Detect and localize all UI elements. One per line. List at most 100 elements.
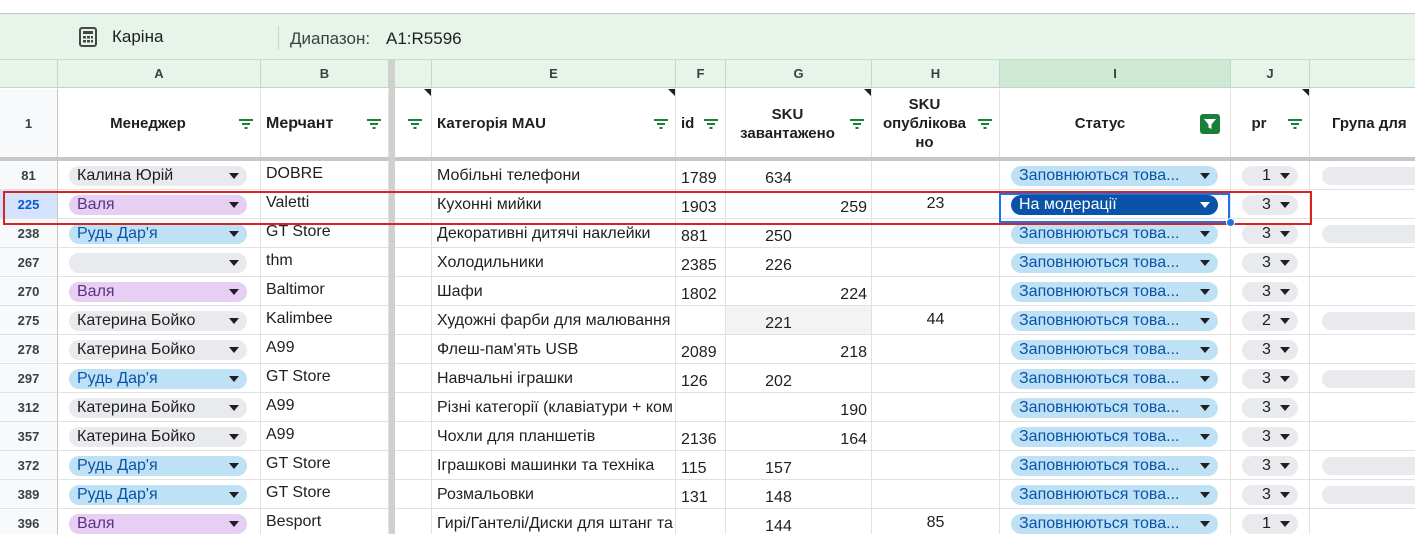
manager-cell[interactable]: Катерина Бойко — [58, 393, 261, 422]
sku-published-cell[interactable]: 44 — [872, 306, 1000, 335]
group-cell[interactable] — [1310, 277, 1415, 306]
dropdown-arrow-icon[interactable] — [229, 289, 239, 295]
category-cell[interactable]: Холодильники — [432, 248, 676, 277]
dropdown-arrow-icon[interactable] — [229, 231, 239, 237]
merchant-cell[interactable]: A99 — [261, 393, 389, 422]
manager-dropdown-chip[interactable]: Катерина Бойко — [69, 427, 247, 447]
status-cell[interactable]: Заповнюються това... — [1000, 480, 1231, 509]
empty-cell[interactable] — [395, 364, 432, 393]
column-header-g[interactable]: G — [726, 60, 872, 88]
sku-published-cell[interactable] — [872, 422, 1000, 451]
pr-cell[interactable]: 3 — [1231, 364, 1310, 393]
dropdown-arrow-icon[interactable] — [1280, 231, 1290, 237]
dropdown-arrow-icon[interactable] — [1280, 289, 1290, 295]
sku-published-cell[interactable] — [872, 161, 1000, 190]
dropdown-arrow-icon[interactable] — [1280, 521, 1290, 527]
sku-published-cell[interactable] — [872, 364, 1000, 393]
pr-cell[interactable]: 1 — [1231, 161, 1310, 190]
empty-cell[interactable] — [395, 335, 432, 364]
category-cell[interactable]: Різні категорії (клавіатури + ком — [432, 393, 676, 422]
category-cell[interactable]: Чохли для планшетів — [432, 422, 676, 451]
id-cell[interactable] — [676, 393, 726, 422]
pr-dropdown-chip[interactable]: 3 — [1242, 340, 1298, 360]
filter-icon[interactable] — [849, 117, 865, 131]
sku-published-cell[interactable]: 85 — [872, 509, 1000, 534]
status-dropdown-chip[interactable]: Заповнюються това... — [1011, 340, 1218, 360]
header-category[interactable]: Категорія MAU — [432, 89, 676, 159]
row-header[interactable]: 81 — [0, 161, 58, 190]
status-dropdown-chip[interactable]: Заповнюються това... — [1011, 485, 1218, 505]
header-sku-loaded[interactable]: SKU завантажено — [726, 89, 872, 159]
row-header[interactable]: 396 — [0, 509, 58, 534]
group-dropdown-chip[interactable] — [1322, 167, 1415, 185]
pr-dropdown-chip[interactable]: 3 — [1242, 485, 1298, 505]
id-cell[interactable]: 1802 — [676, 277, 726, 306]
header-hidden-col[interactable] — [395, 89, 432, 159]
manager-dropdown-chip[interactable]: Катерина Бойко — [69, 311, 247, 331]
dropdown-arrow-icon[interactable] — [229, 260, 239, 266]
row-header[interactable]: 278 — [0, 335, 58, 364]
merchant-cell[interactable]: Kalimbee — [261, 306, 389, 335]
pr-cell[interactable]: 3 — [1231, 335, 1310, 364]
dropdown-arrow-icon[interactable] — [229, 347, 239, 353]
manager-dropdown-chip[interactable]: Катерина Бойко — [69, 340, 247, 360]
dropdown-arrow-icon[interactable] — [229, 492, 239, 498]
dropdown-arrow-icon[interactable] — [1280, 347, 1290, 353]
sku-published-cell[interactable] — [872, 335, 1000, 364]
status-cell[interactable]: Заповнюються това... — [1000, 451, 1231, 480]
frozen-column-divider[interactable] — [389, 60, 395, 534]
group-cell[interactable] — [1310, 335, 1415, 364]
filter-icon[interactable] — [703, 117, 719, 131]
pr-dropdown-chip[interactable]: 1 — [1242, 514, 1298, 534]
group-cell[interactable] — [1310, 306, 1415, 335]
fill-handle[interactable] — [1226, 218, 1235, 227]
dropdown-arrow-icon[interactable] — [1200, 434, 1210, 440]
header-merchant[interactable]: Мерчант — [261, 89, 389, 159]
note-marker[interactable] — [668, 89, 675, 96]
status-dropdown-chip[interactable]: Заповнюються това... — [1011, 369, 1218, 389]
header-manager[interactable]: Менеджер — [58, 89, 261, 159]
empty-cell[interactable] — [395, 422, 432, 451]
pr-dropdown-chip[interactable]: 3 — [1242, 253, 1298, 273]
pr-cell[interactable]: 3 — [1231, 451, 1310, 480]
manager-cell[interactable] — [58, 248, 261, 277]
dropdown-arrow-icon[interactable] — [1200, 173, 1210, 179]
status-cell[interactable]: Заповнюються това... — [1000, 422, 1231, 451]
empty-cell[interactable] — [395, 161, 432, 190]
column-header-f[interactable]: F — [676, 60, 726, 88]
pr-dropdown-chip[interactable]: 3 — [1242, 456, 1298, 476]
filter-icon[interactable] — [653, 117, 669, 131]
status-dropdown-chip[interactable]: Заповнюються това... — [1011, 224, 1218, 244]
group-cell[interactable] — [1310, 248, 1415, 277]
category-cell[interactable]: Розмальовки — [432, 480, 676, 509]
sku-loaded-cell[interactable]: 148 — [726, 480, 872, 509]
filter-view-name[interactable]: Каріна — [112, 27, 163, 47]
category-cell[interactable]: Художні фарби для малювання — [432, 306, 676, 335]
header-pr[interactable]: pr — [1231, 89, 1310, 159]
group-cell[interactable] — [1310, 451, 1415, 480]
dropdown-arrow-icon[interactable] — [229, 173, 239, 179]
row-header-1[interactable]: 1 — [0, 89, 58, 159]
dropdown-arrow-icon[interactable] — [1280, 173, 1290, 179]
status-dropdown-chip[interactable]: Заповнюються това... — [1011, 253, 1218, 273]
merchant-cell[interactable]: Baltimor — [261, 277, 389, 306]
status-dropdown-chip[interactable]: Заповнюються това... — [1011, 456, 1218, 476]
sku-loaded-cell[interactable]: 144 — [726, 509, 872, 534]
sku-loaded-cell[interactable]: 226 — [726, 248, 872, 277]
column-header-b[interactable]: B — [261, 60, 389, 88]
group-cell[interactable] — [1310, 422, 1415, 451]
manager-dropdown-chip[interactable]: Валя — [69, 282, 247, 302]
column-header-e[interactable]: E — [432, 60, 676, 88]
group-dropdown-chip[interactable] — [1322, 457, 1415, 475]
row-header[interactable]: 312 — [0, 393, 58, 422]
sku-loaded-cell[interactable]: 190 — [726, 393, 872, 422]
column-header-h[interactable]: H — [872, 60, 1000, 88]
row-header[interactable]: 372 — [0, 451, 58, 480]
pr-cell[interactable]: 1 — [1231, 509, 1310, 534]
dropdown-arrow-icon[interactable] — [1280, 405, 1290, 411]
id-cell[interactable]: 2089 — [676, 335, 726, 364]
sku-published-cell[interactable] — [872, 248, 1000, 277]
id-cell[interactable]: 1789 — [676, 161, 726, 190]
note-marker[interactable] — [1302, 89, 1309, 96]
active-filter-icon[interactable] — [1200, 113, 1220, 134]
